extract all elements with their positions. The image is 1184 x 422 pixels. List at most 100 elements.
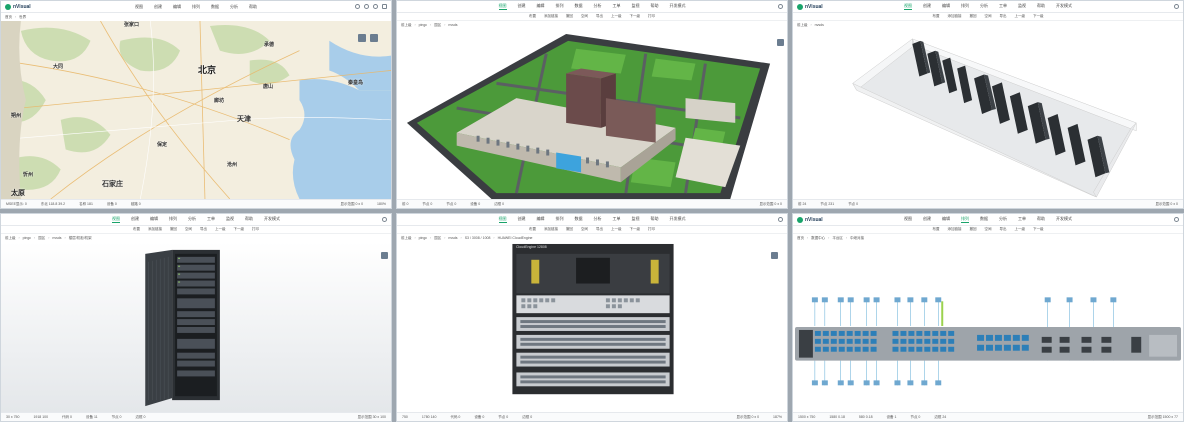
menu-item-help[interactable]: 帮助 — [651, 216, 659, 223]
menu-item-arrange[interactable]: 排列 — [556, 216, 564, 223]
crumb-item[interactable]: 平台区 — [832, 236, 843, 241]
menu-item-help[interactable]: 帮助 — [249, 4, 257, 10]
toolbar-undo[interactable]: 撤回 — [970, 14, 977, 19]
toolbar-layout[interactable]: 布置 — [529, 14, 536, 19]
bell-icon[interactable] — [364, 4, 369, 9]
zoom-level[interactable]: 180% — [377, 202, 386, 206]
crumb-item[interactable]: 世界 — [19, 15, 26, 20]
crumb-item[interactable]: pingc — [419, 23, 427, 28]
crumb-item[interactable]: 前上级 — [797, 23, 808, 28]
toolbar-up[interactable]: 上一级 — [611, 14, 622, 19]
crumb-item[interactable]: 首页 — [5, 15, 12, 20]
zoom-out-button[interactable] — [370, 34, 378, 42]
menu-item-help[interactable]: 帮助 — [245, 216, 253, 223]
menu-item-workorder[interactable]: 工单 — [1018, 216, 1026, 223]
menu-item-workorder[interactable]: 工单 — [207, 216, 215, 223]
crumb-item[interactable]: pingc — [419, 236, 427, 241]
toolbar-layout[interactable]: 布置 — [933, 14, 940, 19]
menu-item-devmode[interactable]: 开发模式 — [670, 3, 686, 10]
toolbar-export[interactable]: 导出 — [596, 227, 603, 232]
search-icon[interactable] — [1174, 4, 1179, 9]
user-icon[interactable] — [382, 4, 387, 9]
crumb-item[interactable]: 园区 — [434, 23, 441, 28]
toolbar-down[interactable]: 下一级 — [234, 227, 245, 232]
toolbar-undo[interactable]: 撤回 — [566, 227, 573, 232]
room-canvas[interactable] — [793, 29, 1183, 199]
rack-canvas[interactable] — [1, 242, 391, 412]
search-icon[interactable] — [382, 217, 387, 222]
menu-item-create[interactable]: 创建 — [923, 3, 931, 10]
toolbar-space[interactable]: 空间 — [581, 14, 588, 19]
search-icon[interactable] — [778, 217, 783, 222]
menu-item-analysis[interactable]: 分析 — [188, 216, 196, 223]
toolbar-up[interactable]: 上一级 — [215, 227, 226, 232]
menu-item-edit[interactable]: 编辑 — [537, 216, 545, 223]
menu-item-monitor[interactable]: 监视 — [632, 216, 640, 223]
view-toggle-button[interactable] — [777, 39, 784, 46]
view-toggle-button[interactable] — [771, 252, 778, 259]
toolbar-space[interactable]: 空间 — [985, 14, 992, 19]
menu-item-monitor[interactable]: 监视 — [632, 3, 640, 10]
toolbar-down[interactable]: 下一级 — [630, 227, 641, 232]
crumb-item[interactable]: S3 / 3008 / 1008 — [465, 236, 491, 241]
menu-item-arrange[interactable]: 排列 — [961, 216, 969, 223]
menu-item-monitor[interactable]: 监视 — [226, 216, 234, 223]
menu-item-view[interactable]: 视图 — [498, 216, 507, 223]
menu-item-create[interactable]: 创建 — [518, 3, 526, 10]
toolbar-down[interactable]: 下一级 — [1033, 14, 1044, 19]
menu-item-analysis[interactable]: 分析 — [999, 216, 1007, 223]
menu-item-view[interactable]: 视图 — [904, 3, 912, 10]
toolbar-add-link[interactable]: 添加链接 — [948, 227, 962, 232]
crumb-item[interactable]: 中继对接 — [850, 236, 864, 241]
crumb-item[interactable]: 楼层/机柜/机架 — [69, 236, 92, 241]
toolbar-export[interactable]: 导出 — [596, 14, 603, 19]
switch-canvas[interactable] — [793, 242, 1183, 412]
crumb-item[interactable]: nvsds — [448, 23, 457, 28]
map-canvas[interactable] — [1, 21, 391, 199]
toolbar-undo[interactable]: 撤回 — [970, 227, 977, 232]
toolbar-layout[interactable]: 布置 — [529, 227, 536, 232]
crumb-item[interactable]: 前上级 — [5, 236, 16, 241]
menu-item-workorder[interactable]: 工单 — [613, 3, 621, 10]
menu-item-edit[interactable]: 编辑 — [537, 3, 545, 10]
crumb-item[interactable]: nvsds — [815, 23, 824, 28]
toolbar-up[interactable]: 上一级 — [1015, 227, 1026, 232]
menu-item-create[interactable]: 创建 — [518, 216, 526, 223]
menu-item-arrange[interactable]: 排列 — [961, 3, 969, 10]
toolbar-layout[interactable]: 布置 — [133, 227, 140, 232]
menu-item-data[interactable]: 数据 — [980, 216, 988, 223]
toolbar-export[interactable]: 导出 — [200, 227, 207, 232]
crumb-item[interactable]: 前上级 — [401, 23, 412, 28]
toolbar-space[interactable]: 空间 — [581, 227, 588, 232]
menu-item-devmode[interactable]: 开发模式 — [670, 216, 686, 223]
menu-item-data[interactable]: 数据 — [575, 216, 583, 223]
toolbar-down[interactable]: 下一级 — [1033, 227, 1044, 232]
menu-item-data[interactable]: 数据 — [575, 3, 583, 10]
toolbar-undo[interactable]: 撤回 — [170, 227, 177, 232]
menu-item-view[interactable]: 视图 — [904, 216, 912, 223]
toolbar-export[interactable]: 导出 — [1000, 14, 1007, 19]
toolbar-print[interactable]: 打印 — [648, 14, 655, 19]
toolbar-space[interactable]: 空间 — [985, 227, 992, 232]
menu-item-help[interactable]: 帮助 — [1037, 216, 1045, 223]
toolbar-export[interactable]: 导出 — [1000, 227, 1007, 232]
menu-item-arrange[interactable]: 排列 — [192, 4, 200, 10]
toolbar-add-link[interactable]: 添加链接 — [544, 14, 558, 19]
menu-item-analysis[interactable]: 分析 — [980, 3, 988, 10]
crumb-item[interactable]: 园区 — [434, 236, 441, 241]
menu-item-create[interactable]: 创建 — [154, 4, 162, 10]
zoom-level[interactable]: 187% — [773, 415, 782, 419]
crumb-item[interactable]: 前上级 — [401, 236, 412, 241]
menu-item-devmode[interactable]: 开发模式 — [1056, 3, 1072, 10]
crumb-item[interactable]: pingc — [23, 236, 31, 241]
menu-item-workorder[interactable]: 工单 — [613, 216, 621, 223]
toolbar-up[interactable]: 上一级 — [1015, 14, 1026, 19]
menu-item-workorder[interactable]: 工单 — [999, 3, 1007, 10]
toolbar-add-link[interactable]: 添加链接 — [148, 227, 162, 232]
menu-item-data[interactable]: 数据 — [211, 4, 219, 10]
toolbar-add-link[interactable]: 添加链接 — [544, 227, 558, 232]
menu-item-edit[interactable]: 编辑 — [942, 216, 950, 223]
menu-item-arrange[interactable]: 排列 — [556, 3, 564, 10]
menu-item-analysis[interactable]: 分析 — [594, 216, 602, 223]
menu-item-arrange[interactable]: 排列 — [169, 216, 177, 223]
